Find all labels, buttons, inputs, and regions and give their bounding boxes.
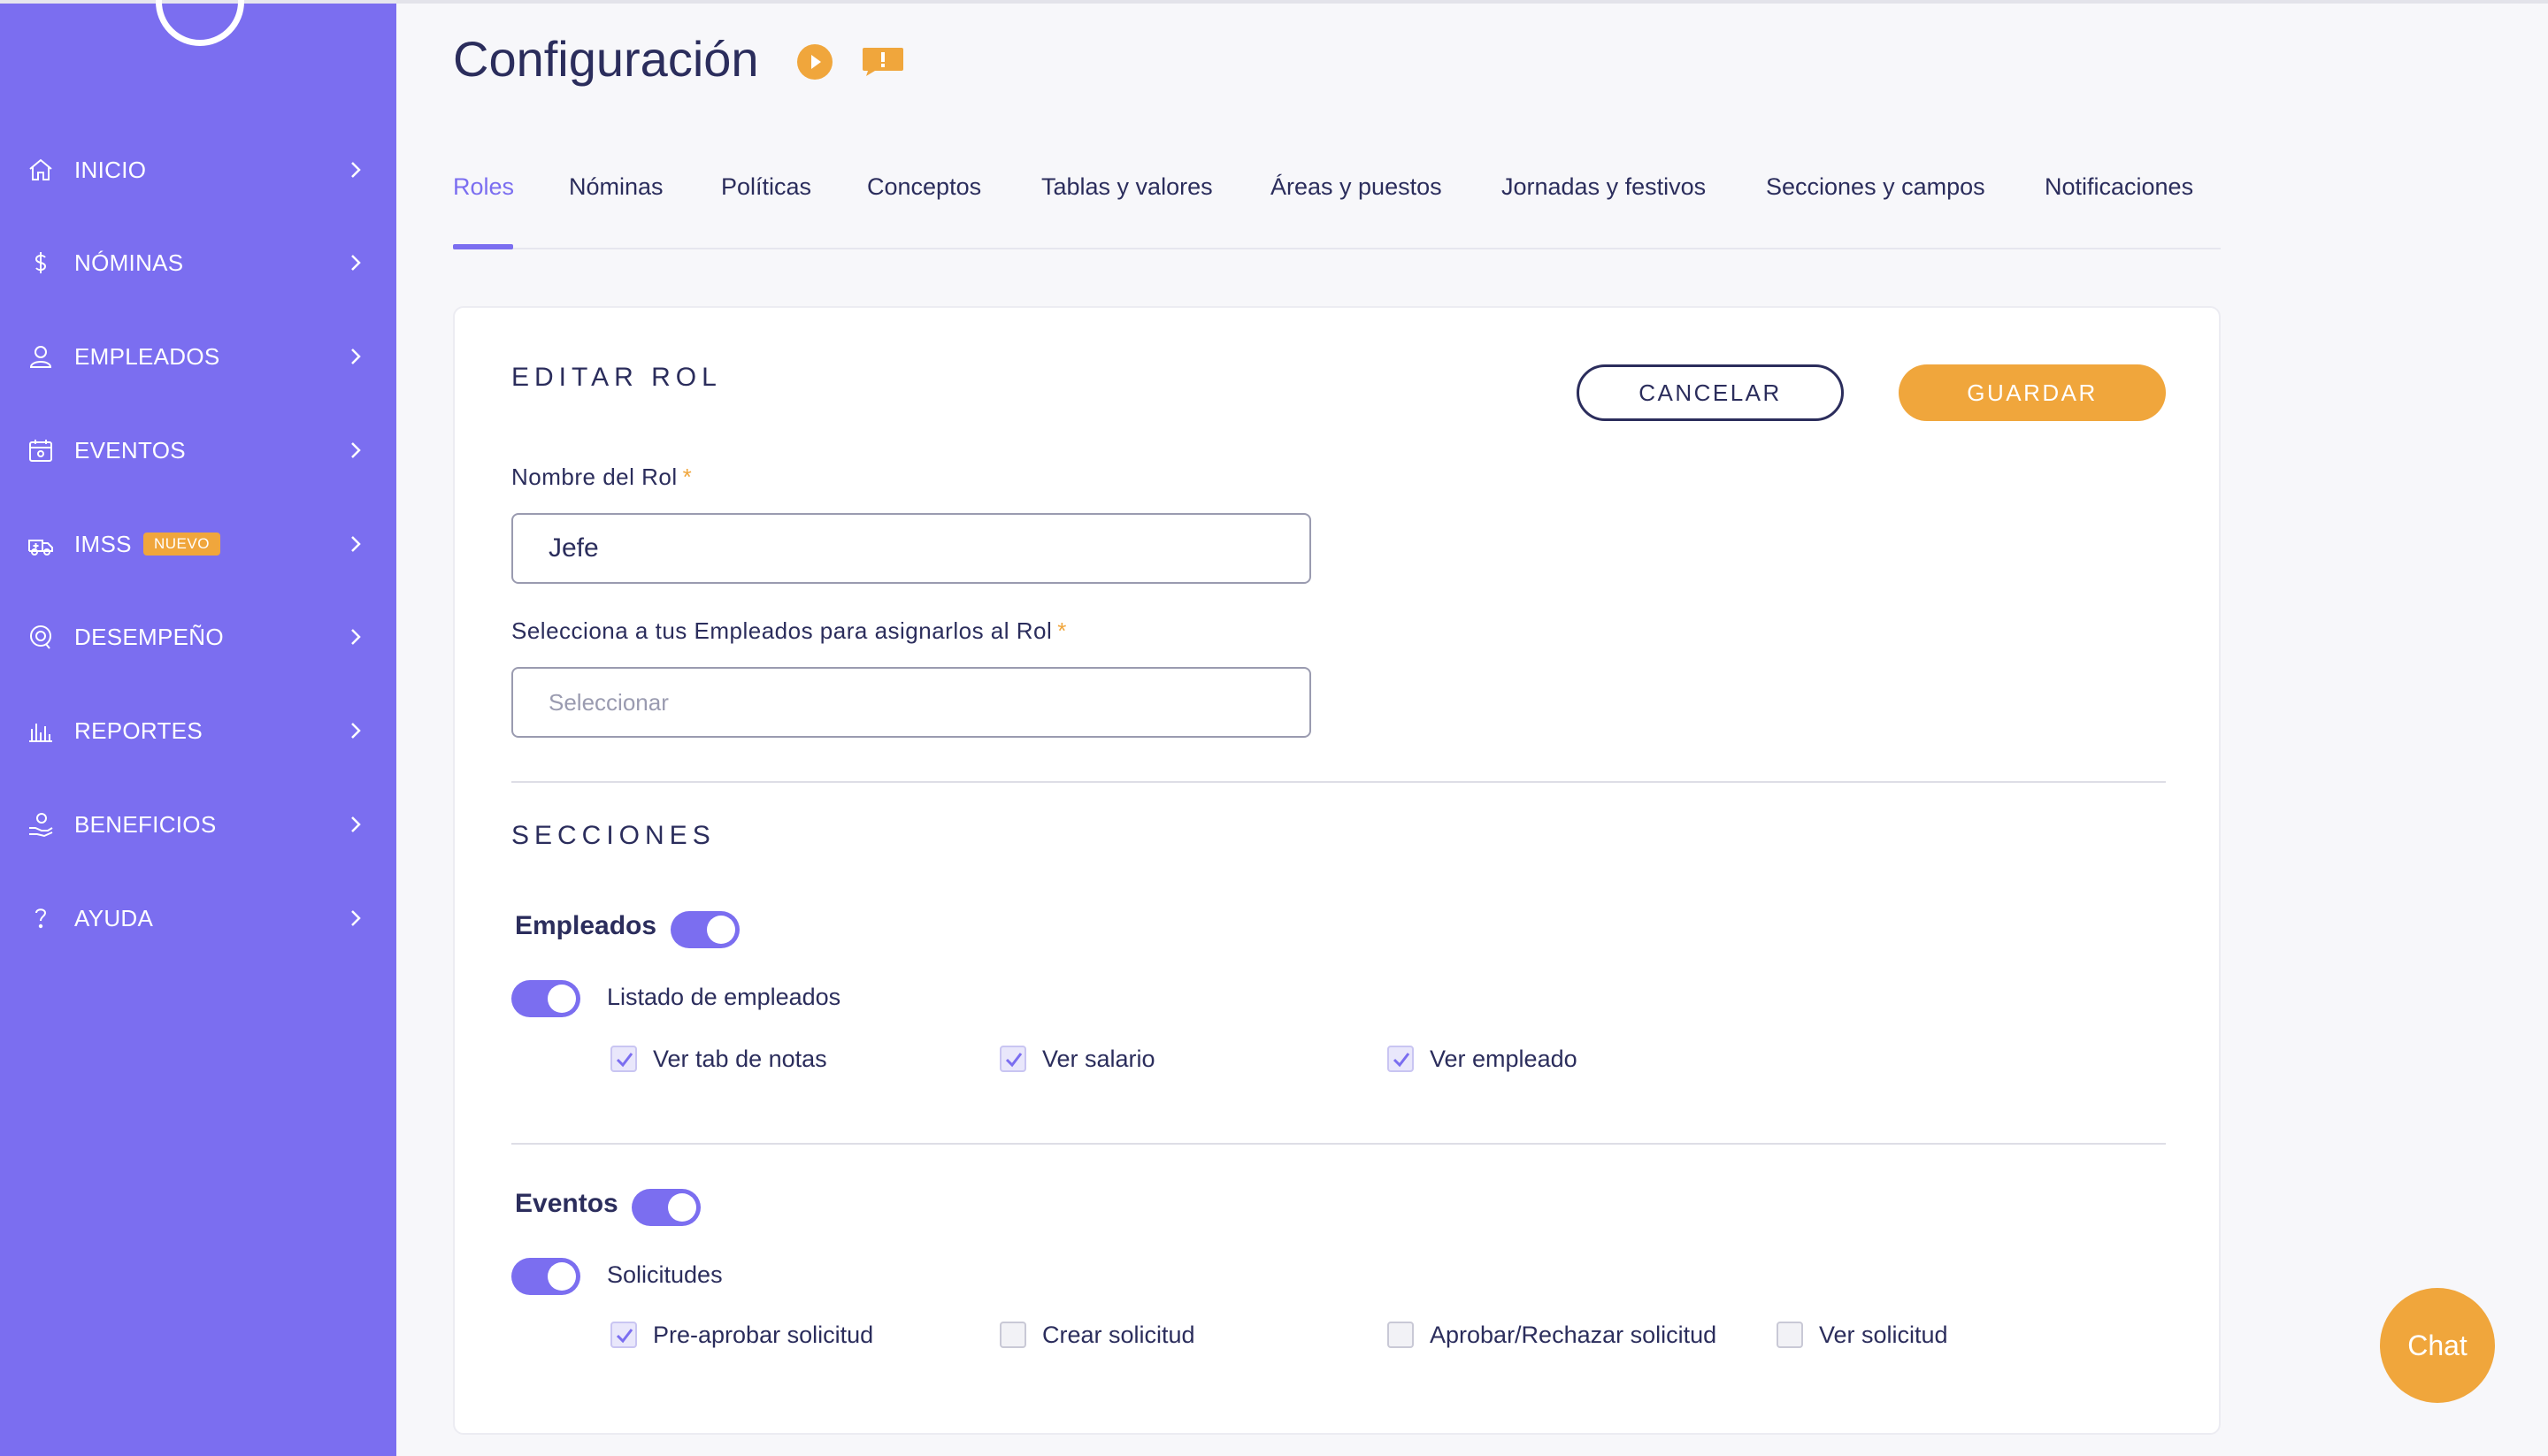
config-tabs: Roles Nóminas Políticas Conceptos Tablas… bbox=[453, 163, 2221, 249]
chevron-right-icon bbox=[345, 908, 366, 929]
ver-salario-label: Ver salario bbox=[1042, 1046, 1155, 1072]
pre-aprobar-checkbox[interactable] bbox=[610, 1322, 637, 1348]
sidebar-item-reportes[interactable]: REPORTES bbox=[0, 695, 396, 766]
home-icon bbox=[27, 156, 55, 184]
sidebar-item-label: REPORTES bbox=[74, 717, 203, 744]
new-badge: NUEVO bbox=[143, 533, 220, 556]
tab-notificaciones[interactable]: Notificaciones bbox=[2045, 173, 2193, 201]
benefit-hand-icon bbox=[27, 810, 55, 839]
question-icon bbox=[27, 904, 55, 932]
top-border bbox=[396, 0, 2548, 4]
sidebar-item-label: AYUDA bbox=[74, 904, 154, 931]
tab-tablas-valores[interactable]: Tablas y valores bbox=[1041, 173, 1213, 201]
feedback-alert-icon[interactable] bbox=[861, 46, 905, 78]
ver-solicitud-label: Ver solicitud bbox=[1819, 1322, 1948, 1348]
ver-tab-notas-checkbox[interactable] bbox=[610, 1046, 637, 1072]
sections-title: SECCIONES bbox=[511, 821, 716, 850]
edit-role-card: EDITAR ROL CANCELAR GUARDAR Nombre del R… bbox=[453, 306, 2221, 1435]
chevron-right-icon bbox=[345, 533, 366, 555]
tab-areas-puestos[interactable]: Áreas y puestos bbox=[1270, 173, 1442, 201]
tab-secciones-campos[interactable]: Secciones y campos bbox=[1766, 173, 1985, 201]
group-title-empleados: Empleados bbox=[515, 911, 657, 940]
solicitudes-toggle[interactable] bbox=[511, 1258, 580, 1295]
sidebar-item-desempeno[interactable]: DESEMPEÑO bbox=[0, 602, 396, 672]
chevron-right-icon bbox=[345, 252, 366, 273]
chevron-right-icon bbox=[345, 159, 366, 180]
empleados-toggle[interactable] bbox=[671, 911, 740, 948]
page-title: Configuración bbox=[453, 31, 759, 87]
sidebar-item-label: DESEMPEÑO bbox=[74, 623, 224, 650]
sidebar-item-empleados[interactable]: EMPLEADOS bbox=[0, 321, 396, 392]
logo[interactable] bbox=[156, 0, 244, 46]
sidebar-item-eventos[interactable]: EVENTOS bbox=[0, 415, 396, 486]
sidebar-item-label: INICIO bbox=[74, 156, 147, 183]
tab-nominas[interactable]: Nóminas bbox=[569, 173, 664, 201]
sidebar-item-inicio[interactable]: INICIO bbox=[0, 134, 396, 205]
group-title-eventos: Eventos bbox=[515, 1189, 618, 1218]
save-button[interactable]: GUARDAR bbox=[1899, 364, 2166, 421]
ver-empleado-checkbox[interactable] bbox=[1387, 1046, 1414, 1072]
target-icon bbox=[27, 623, 55, 651]
sidebar-item-label: NÓMINAS bbox=[74, 249, 184, 276]
sidebar-item-label: EMPLEADOS bbox=[74, 342, 220, 370]
chevron-right-icon bbox=[345, 814, 366, 835]
tab-roles[interactable]: Roles bbox=[453, 173, 514, 201]
dollar-icon bbox=[27, 249, 55, 277]
chevron-right-icon bbox=[345, 626, 366, 648]
divider bbox=[511, 1143, 2166, 1145]
sidebar-item-beneficios[interactable]: BENEFICIOS bbox=[0, 789, 396, 860]
ver-salario-checkbox[interactable] bbox=[1000, 1046, 1026, 1072]
calendar-icon bbox=[27, 436, 55, 464]
ver-solicitud-checkbox[interactable] bbox=[1777, 1322, 1803, 1348]
ver-tab-notas-label: Ver tab de notas bbox=[653, 1046, 827, 1072]
listado-empleados-label: Listado de empleados bbox=[607, 984, 841, 1010]
chevron-right-icon bbox=[345, 720, 366, 741]
role-name-input[interactable]: Jefe bbox=[511, 513, 1311, 584]
solicitudes-label: Solicitudes bbox=[607, 1261, 723, 1288]
crear-solicitud-label: Crear solicitud bbox=[1042, 1322, 1195, 1348]
employees-label: Selecciona a tus Empleados para asignarl… bbox=[511, 617, 1067, 644]
user-icon bbox=[27, 342, 55, 371]
employees-select[interactable]: Seleccionar bbox=[511, 667, 1311, 738]
sidebar-item-label: EVENTOS bbox=[74, 436, 186, 464]
tab-politicas[interactable]: Políticas bbox=[721, 173, 811, 201]
sidebar: INICIO NÓMINAS EMPLEADOS EVENTOS IMSS NU… bbox=[0, 0, 396, 1456]
tab-jornadas-festivos[interactable]: Jornadas y festivos bbox=[1501, 173, 1706, 201]
chat-button[interactable]: Chat bbox=[2380, 1288, 2495, 1403]
aprobar-rechazar-checkbox[interactable] bbox=[1387, 1322, 1414, 1348]
role-name-label: Nombre del Rol * bbox=[511, 464, 693, 490]
sidebar-item-ayuda[interactable]: AYUDA bbox=[0, 883, 396, 954]
pre-aprobar-label: Pre-aprobar solicitud bbox=[653, 1322, 874, 1348]
play-video-icon[interactable] bbox=[797, 44, 833, 80]
eventos-toggle[interactable] bbox=[632, 1189, 701, 1226]
listado-empleados-toggle[interactable] bbox=[511, 980, 580, 1017]
chevron-right-icon bbox=[345, 440, 366, 461]
sidebar-item-nominas[interactable]: NÓMINAS bbox=[0, 227, 396, 298]
edit-role-title: EDITAR ROL bbox=[511, 363, 722, 392]
sidebar-item-label: BENEFICIOS bbox=[74, 810, 217, 838]
active-tab-indicator bbox=[453, 244, 513, 249]
tab-conceptos[interactable]: Conceptos bbox=[867, 173, 981, 201]
chevron-right-icon bbox=[345, 346, 366, 367]
divider bbox=[511, 781, 2166, 783]
ver-empleado-label: Ver empleado bbox=[1430, 1046, 1577, 1072]
aprobar-rechazar-label: Aprobar/Rechazar solicitud bbox=[1430, 1322, 1717, 1348]
sidebar-item-label: IMSS bbox=[74, 530, 132, 557]
crear-solicitud-checkbox[interactable] bbox=[1000, 1322, 1026, 1348]
ambulance-icon bbox=[27, 530, 55, 558]
bar-chart-icon bbox=[27, 717, 55, 745]
cancel-button[interactable]: CANCELAR bbox=[1577, 364, 1844, 421]
sidebar-item-imss[interactable]: IMSS NUEVO bbox=[0, 509, 396, 579]
